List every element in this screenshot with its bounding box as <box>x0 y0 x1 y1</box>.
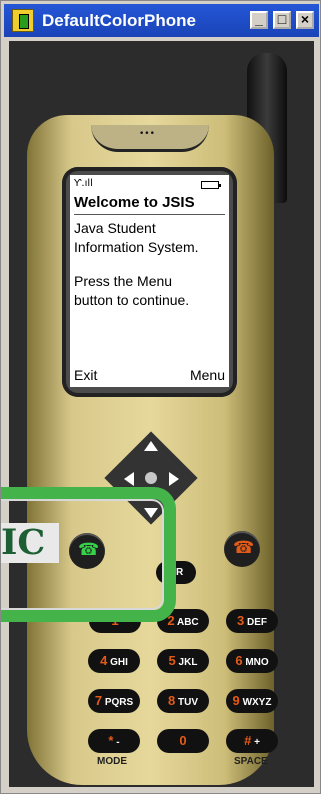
minimize-button[interactable]: _ <box>250 11 268 29</box>
battery-icon <box>201 181 221 189</box>
emulator-window: DefaultColorPhone _ □ × ••• Ƴ.ıll Welcom… <box>0 0 321 794</box>
key-3[interactable]: 3 DEF <box>226 609 278 633</box>
screen-title: Welcome to JSIS <box>74 194 195 211</box>
title-bar[interactable]: DefaultColorPhone _ □ × <box>4 4 319 37</box>
right-arrow-icon[interactable] <box>169 472 179 486</box>
menu-softkey[interactable]: Menu <box>190 367 225 383</box>
maximize-button[interactable]: □ <box>273 11 291 29</box>
mode-label: MODE <box>97 756 127 767</box>
end-call-icon: ☎ <box>233 538 255 558</box>
earpiece-dots: ••• <box>139 129 155 139</box>
key-4[interactable]: 4 GHI <box>88 649 140 673</box>
phone-emulator-canvas: ••• Ƴ.ıll Welcome to JSIS Java Student I… <box>9 41 314 787</box>
key-5[interactable]: 5 JKL <box>157 649 209 673</box>
body-line: Java Student <box>74 220 156 236</box>
close-button[interactable]: × <box>296 11 314 29</box>
key-6[interactable]: 6 MNO <box>226 649 278 673</box>
phone-body: ••• Ƴ.ıll Welcome to JSIS Java Student I… <box>27 115 278 785</box>
left-arrow-icon[interactable] <box>124 472 134 486</box>
end-call-button[interactable]: ☎ <box>224 531 260 567</box>
space-label: SPACE <box>234 756 268 767</box>
body-line: button to continue. <box>74 292 190 308</box>
key-hash[interactable]: # + <box>226 729 278 753</box>
window-title: DefaultColorPhone <box>42 11 196 30</box>
status-bar: Ƴ.ıll <box>74 178 224 192</box>
body-line: Press the Menu <box>74 273 173 289</box>
signal-icon: Ƴ.ıll <box>74 178 93 189</box>
body-line: Information System. <box>74 239 199 255</box>
exit-softkey[interactable]: Exit <box>74 367 97 383</box>
key-8[interactable]: 8 TUV <box>157 689 209 713</box>
up-arrow-icon[interactable] <box>144 441 158 451</box>
key-star[interactable]: * - <box>88 729 140 753</box>
phone-app-icon <box>12 9 34 32</box>
key-9[interactable]: 9 WXYZ <box>226 689 278 713</box>
key-7[interactable]: 7 PQRS <box>88 689 140 713</box>
phone-screen: Ƴ.ıll Welcome to JSIS Java Student Infor… <box>70 175 229 387</box>
title-divider <box>74 214 225 215</box>
key-0[interactable]: 0 <box>157 729 209 753</box>
overlay-text: IC <box>1 523 59 563</box>
select-button[interactable] <box>145 472 157 484</box>
screen-bezel: Ƴ.ıll Welcome to JSIS Java Student Infor… <box>62 167 237 397</box>
